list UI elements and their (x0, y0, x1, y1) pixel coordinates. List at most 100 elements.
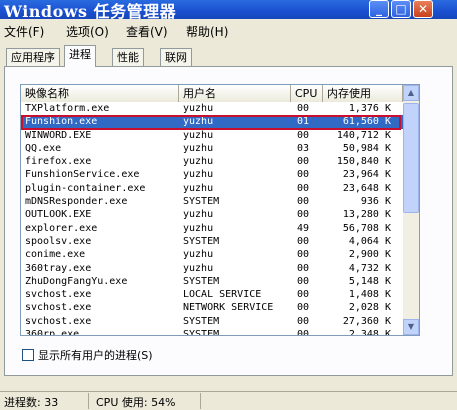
process-memory: 27,360 K (342, 315, 391, 327)
process-name: TXPlatform.exe (25, 103, 110, 114)
process-memory: 56,708 K (342, 222, 391, 234)
process-cpu: 00 (297, 275, 310, 287)
process-cpu: 00 (297, 262, 310, 274)
process-cpu: 00 (297, 302, 310, 314)
status-cpu-usage: CPU 使用: 54% (96, 396, 176, 409)
table-row[interactable]: WINWORD.EXE yuzhu 00 140,712 K (21, 129, 403, 142)
maximize-button[interactable]: □ (391, 0, 411, 18)
tab-networking[interactable]: 联网 (160, 48, 192, 66)
process-memory: 936 K (360, 196, 391, 208)
process-name: plugin-container.exe (25, 182, 146, 194)
process-cpu: 00 (297, 289, 310, 301)
process-name: ZhuDongFangYu.exe (25, 275, 128, 287)
process-user: yuzhu (183, 156, 214, 168)
menu-help[interactable]: 帮助(H) (186, 23, 228, 40)
process-name: OUTLOOK.EXE (25, 209, 92, 221)
scroll-down-icon[interactable]: ▼ (403, 319, 419, 335)
scroll-thumb[interactable] (403, 103, 419, 213)
tab-applications[interactable]: 应用程序 (6, 48, 60, 66)
tab-performance[interactable]: 性能 (112, 48, 144, 66)
process-cpu: 00 (297, 169, 310, 181)
process-memory: 2,348 K (348, 329, 391, 336)
menu-view[interactable]: 查看(V) (126, 23, 168, 40)
process-memory: 23,964 K (342, 169, 391, 181)
show-all-users-checkbox[interactable] (22, 349, 34, 361)
process-user: yuzhu (183, 169, 214, 181)
process-user: yuzhu (183, 103, 214, 114)
process-cpu: 00 (297, 235, 310, 247)
col-image-name[interactable]: 映像名称 (21, 85, 179, 102)
process-name: QQ.exe (25, 142, 62, 154)
process-memory: 13,280 K (342, 209, 391, 221)
process-memory: 150,840 K (336, 156, 391, 168)
process-cpu: 00 (297, 156, 310, 168)
close-button[interactable]: ✕ (413, 0, 433, 18)
process-name: svchost.exe (25, 289, 92, 301)
menu-file[interactable]: 文件(F) (4, 23, 44, 40)
process-memory: 5,148 K (348, 275, 391, 287)
table-row[interactable]: spoolsv.exe SYSTEM 00 4,064 K (21, 235, 403, 248)
process-cpu: 00 (297, 249, 310, 261)
table-row[interactable]: TXPlatform.exe yuzhu 00 1,376 K (21, 102, 403, 115)
process-memory: 4,064 K (348, 235, 391, 247)
table-row[interactable]: svchost.exe LOCAL SERVICE 00 1,408 K (21, 288, 403, 301)
title-bar[interactable]: Windows 任务管理器 _ □ ✕ (0, 0, 457, 21)
table-row[interactable]: Funshion.exe yuzhu 01 61,560 K (21, 115, 403, 129)
process-name: Funshion.exe (25, 116, 98, 128)
process-user: yuzhu (183, 262, 214, 274)
process-name: explorer.exe (25, 222, 98, 234)
col-user-name[interactable]: 用户名 (179, 85, 291, 102)
table-row[interactable]: OUTLOOK.EXE yuzhu 00 13,280 K (21, 208, 403, 221)
table-row[interactable]: svchost.exe NETWORK SERVICE 00 2,028 K (21, 301, 403, 314)
table-row[interactable]: 360tray.exe yuzhu 00 4,732 K (21, 262, 403, 275)
process-cpu: 00 (297, 329, 310, 336)
show-all-users-label[interactable]: 显示所有用户的进程(S) (38, 347, 153, 363)
process-cpu: 00 (297, 209, 310, 221)
process-name: firefox.exe (25, 156, 92, 168)
process-cpu: 49 (297, 222, 310, 234)
process-name: svchost.exe (25, 302, 92, 314)
process-name: FunshionService.exe (25, 169, 140, 181)
process-memory: 140,712 K (336, 129, 391, 141)
process-cpu: 00 (297, 182, 310, 194)
process-cpu: 03 (297, 142, 310, 154)
scroll-up-icon[interactable]: ▲ (403, 85, 419, 101)
process-memory: 1,376 K (348, 103, 391, 114)
process-rows: TXPlatform.exe yuzhu 00 1,376 K Funshion.exe… (21, 102, 403, 336)
table-row[interactable]: conime.exe yuzhu 00 2,900 K (21, 248, 403, 261)
process-cpu: 00 (297, 103, 310, 114)
table-row[interactable]: svchost.exe SYSTEM 00 27,360 K (21, 315, 403, 328)
process-name: conime.exe (25, 249, 86, 261)
process-name: mDNSResponder.exe (25, 196, 128, 208)
table-row[interactable]: ZhuDongFangYu.exe SYSTEM 00 5,148 K (21, 275, 403, 288)
process-memory: 2,900 K (348, 249, 391, 261)
col-memory[interactable]: 内存使用 (323, 85, 403, 102)
table-row[interactable]: plugin-container.exe yuzhu 00 23,648 K (21, 182, 403, 195)
process-name: 360rp.exe (25, 329, 80, 336)
process-user: yuzhu (183, 209, 214, 221)
process-memory: 50,984 K (342, 142, 391, 154)
table-row[interactable]: QQ.exe yuzhu 03 50,984 K (21, 142, 403, 155)
process-user: yuzhu (183, 222, 214, 234)
tab-processes[interactable]: 进程 (64, 45, 96, 67)
table-row[interactable]: firefox.exe yuzhu 00 150,840 K (21, 155, 403, 168)
process-list[interactable]: 映像名称 用户名 CPU 内存使用 TXPlatform.exe yuzhu 00 1… (20, 84, 420, 336)
minimize-button[interactable]: _ (369, 0, 389, 18)
process-cpu: 00 (297, 129, 310, 141)
table-row[interactable]: 360rp.exe SYSTEM 00 2,348 K (21, 328, 403, 336)
process-memory: 1,408 K (348, 289, 391, 301)
process-cpu: 01 (297, 116, 310, 128)
process-name: svchost.exe (25, 315, 92, 327)
menu-options[interactable]: 选项(O) (66, 23, 109, 40)
process-memory: 61,560 K (342, 116, 391, 128)
process-name: spoolsv.exe (25, 235, 92, 247)
vertical-scrollbar[interactable]: ▲ ▼ (403, 85, 419, 335)
process-memory: 2,028 K (348, 302, 391, 314)
table-row[interactable]: FunshionService.exe yuzhu 00 23,964 K (21, 168, 403, 181)
process-user: yuzhu (183, 129, 214, 141)
process-user: yuzhu (183, 142, 214, 154)
table-row[interactable]: explorer.exe yuzhu 49 56,708 K (21, 222, 403, 235)
col-cpu[interactable]: CPU (291, 85, 323, 102)
table-row[interactable]: mDNSResponder.exe SYSTEM 00 936 K (21, 195, 403, 208)
process-user: yuzhu (183, 182, 214, 194)
